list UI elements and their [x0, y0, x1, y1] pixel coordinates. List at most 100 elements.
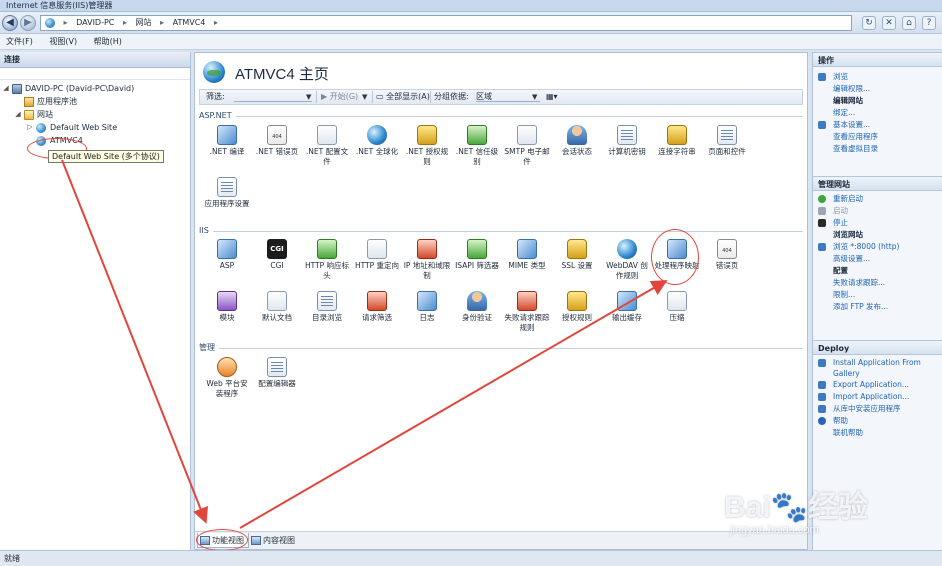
feature-configuration-editor[interactable]: 配置编辑器	[253, 357, 301, 389]
action-link[interactable]: 查看应用程序	[813, 131, 942, 143]
expand-toggle-icon[interactable]: ◢	[2, 82, 10, 95]
feature-isapi-filter[interactable]: ISAPI 筛选器	[453, 239, 501, 271]
feature-asp[interactable]: ASP	[203, 239, 251, 271]
show-all-button[interactable]: ▭ 全部显示(A)	[376, 90, 430, 104]
home-icon[interactable]: ⌂	[902, 16, 916, 30]
address-box[interactable]: ▸ DAVID-PC ▸ 网站 ▸ ATMVC4 ▸	[40, 15, 852, 31]
feature-ip-restrictions[interactable]: IP 地址和域限制	[403, 239, 451, 281]
feature-request-filtering[interactable]: 请求筛选	[353, 291, 401, 323]
group-header-management[interactable]: 管理	[199, 343, 803, 353]
feature-globalization[interactable]: .NET 全球化	[353, 125, 401, 157]
action-link[interactable]: 浏览 *:8000 (http)	[813, 241, 942, 253]
action-link[interactable]: Export Application...	[813, 379, 942, 391]
action-link[interactable]: 帮助	[813, 415, 942, 427]
feature-label: .NET 全球化	[355, 147, 399, 156]
feature-modules[interactable]: 模块	[203, 291, 251, 323]
feature-default-document[interactable]: 默认文档	[253, 291, 301, 323]
feature-app-settings[interactable]: 应用程序设置	[203, 177, 251, 209]
output-cache-icon	[617, 291, 637, 311]
menu-file[interactable]: 文件(F)	[0, 34, 41, 50]
action-link[interactable]: 启动	[813, 205, 942, 217]
feature-web-platform-installer[interactable]: Web 平台安装程序	[203, 357, 251, 399]
status-text: 就绪	[4, 554, 20, 563]
menu-help[interactable]: 帮助(H)	[88, 34, 130, 50]
filter-input[interactable]	[234, 90, 312, 102]
feature-output-cache[interactable]: 输出缓存	[603, 291, 651, 323]
feature-label: 应用程序设置	[204, 199, 250, 208]
feature-session-state[interactable]: 会话状态	[553, 125, 601, 157]
tree-item-default-web-site[interactable]: ▷ Default Web Site	[0, 121, 190, 134]
pages-controls-icon	[717, 125, 737, 145]
group-header-iis[interactable]: IIS	[199, 226, 803, 236]
directory-browsing-icon	[317, 291, 337, 311]
ssl-lock-icon	[567, 239, 587, 259]
feature-error-page[interactable]: .NET 错误页	[253, 125, 301, 157]
group-header-aspnet[interactable]: ASP.NET	[199, 111, 803, 121]
globe-icon	[45, 17, 55, 28]
breadcrumb-item-server[interactable]: DAVID-PC	[76, 18, 114, 27]
action-link[interactable]: 失败请求跟踪...	[813, 277, 942, 289]
action-link[interactable]: 停止	[813, 217, 942, 229]
action-link[interactable]: 基本设置...	[813, 119, 942, 131]
view-mode-icon[interactable]: ▦▾	[546, 90, 558, 104]
action-link[interactable]: 重新启动	[813, 193, 942, 205]
refresh-icon[interactable]: ↻	[862, 16, 876, 30]
breadcrumb-item-sites[interactable]: 网站	[136, 18, 152, 27]
chevron-down-icon[interactable]: ▼	[362, 90, 367, 104]
feature-trust-level[interactable]: .NET 信任级别	[453, 125, 501, 167]
start-icon: ▶	[321, 92, 330, 101]
action-label: 从库中安装应用程序	[833, 404, 901, 413]
action-link[interactable]: 从库中安装应用程序	[813, 403, 942, 415]
action-link[interactable]: Import Application...	[813, 391, 942, 403]
feature-webdav[interactable]: WebDAV 创作规则	[603, 239, 651, 281]
expand-toggle-icon[interactable]: ▷	[26, 121, 34, 134]
redirect-icon	[367, 239, 387, 259]
forward-button[interactable]: ▶	[20, 15, 36, 31]
menu-view[interactable]: 视图(V)	[43, 34, 85, 50]
feature-label: ASP	[219, 261, 235, 270]
feature-error-page[interactable]: 错误页	[703, 239, 751, 271]
feature-profile[interactable]: .NET 配置文件	[303, 125, 351, 167]
feature-http-headers[interactable]: HTTP 响应标头	[303, 239, 351, 281]
stop-icon[interactable]: ✕	[882, 16, 896, 30]
feature-failed-request[interactable]: 失败请求跟踪规则	[503, 291, 551, 333]
action-link[interactable]: Install Application From Gallery	[813, 357, 942, 379]
feature-machine-key[interactable]: 计算机密钥	[603, 125, 651, 157]
feature-pages-controls[interactable]: 页面和控件	[703, 125, 751, 157]
expand-toggle-icon[interactable]: ◢	[14, 108, 22, 121]
feature-label: 模块	[219, 313, 235, 322]
feature-dotnet-compile[interactable]: .NET 编译	[203, 125, 251, 157]
feature-smtp[interactable]: SMTP 电子邮件	[503, 125, 551, 167]
group-by-select[interactable]: 区域	[476, 90, 540, 102]
help-icon[interactable]: ?	[922, 16, 936, 30]
action-link[interactable]: 添加 FTP 发布...	[813, 301, 942, 313]
feature-mime[interactable]: MIME 类型	[503, 239, 551, 271]
start-button[interactable]: ▶ 开始(G)	[321, 90, 358, 104]
tree-item-sites[interactable]: ◢ 网站	[0, 108, 190, 121]
chevron-down-icon[interactable]: ▼	[306, 90, 311, 104]
action-link[interactable]: 绑定...	[813, 107, 942, 119]
back-button[interactable]: ◀	[2, 15, 18, 31]
chevron-down-icon[interactable]: ▼	[532, 90, 537, 104]
feature-authentication[interactable]: 身份验证	[453, 291, 501, 323]
feature-cgi[interactable]: CGI CGI	[253, 239, 301, 271]
action-link[interactable]: 限制...	[813, 289, 942, 301]
feature-logging[interactable]: 日志	[403, 291, 451, 323]
tree-item-app-pools[interactable]: 应用程序池	[0, 95, 190, 108]
feature-authorization[interactable]: .NET 授权规则	[403, 125, 451, 167]
action-link[interactable]: 浏览	[813, 71, 942, 83]
tree-item-server[interactable]: ◢ DAVID-PC (David-PC\David)	[0, 82, 190, 95]
action-link[interactable]: 编辑权限...	[813, 83, 942, 95]
action-link[interactable]: 高级设置...	[813, 253, 942, 265]
action-link[interactable]: 查看虚拟目录	[813, 143, 942, 155]
feature-compression[interactable]: 压缩	[653, 291, 701, 323]
breadcrumb-item-site[interactable]: ATMVC4	[173, 18, 206, 27]
feature-directory-browsing[interactable]: 目录浏览	[303, 291, 351, 323]
feature-redirect[interactable]: HTTP 重定向	[353, 239, 401, 271]
manage-site-section: 管理网站 重新启动 启动 停止 浏览网站 浏览 *:8000 (http) 高级设置...…	[813, 176, 942, 313]
action-link[interactable]: 联机帮助	[813, 427, 942, 439]
feature-authorization-rules[interactable]: 授权规则	[553, 291, 601, 323]
feature-connection-string[interactable]: 连接字符串	[653, 125, 701, 157]
feature-ssl-lock[interactable]: SSL 设置	[553, 239, 601, 271]
tab-content-view[interactable]: 内容视图	[249, 533, 295, 548]
